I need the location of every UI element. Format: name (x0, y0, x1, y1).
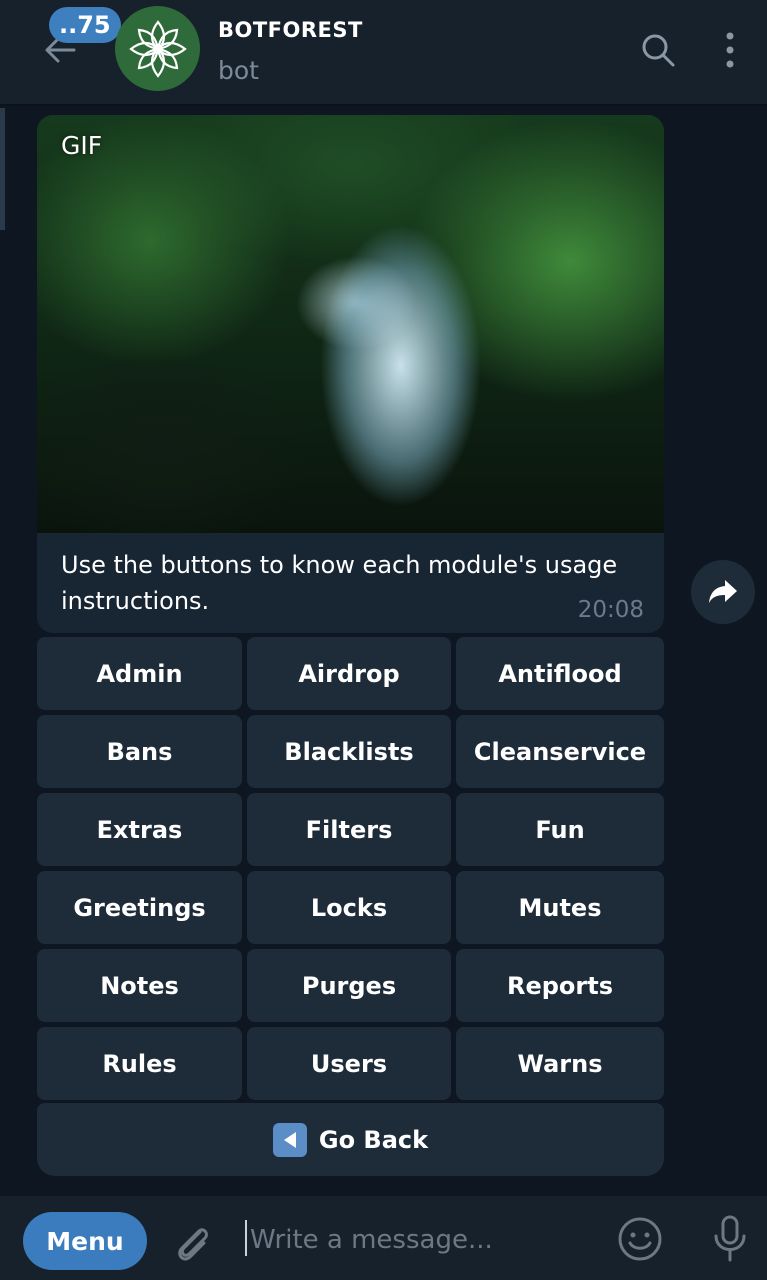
chat-subtitle: bot (218, 56, 259, 85)
gif-media[interactable]: GIF (37, 115, 664, 533)
keyboard-button-notes[interactable]: Notes (37, 949, 242, 1022)
text-cursor (245, 1220, 247, 1256)
keyboard-button-rules[interactable]: Rules (37, 1027, 242, 1100)
avatar[interactable] (115, 6, 200, 91)
keyboard-button-filters[interactable]: Filters (247, 793, 451, 866)
go-back-button[interactable]: Go Back (37, 1103, 664, 1176)
microphone-icon[interactable] (710, 1214, 750, 1264)
keyboard-button-airdrop[interactable]: Airdrop (247, 637, 451, 710)
keyboard-button-mutes[interactable]: Mutes (456, 871, 664, 944)
chat-title[interactable]: BOTFOREST (218, 18, 363, 42)
keyboard-button-reports[interactable]: Reports (456, 949, 664, 1022)
go-back-label: Go Back (318, 1125, 429, 1154)
keyboard-button-bans[interactable]: Bans (37, 715, 242, 788)
left-triangle-icon (272, 1122, 307, 1157)
chat-header: ..75 BOTFOREST bot (0, 0, 767, 104)
header-divider (0, 104, 767, 106)
keyboard-button-blacklists[interactable]: Blacklists (247, 715, 451, 788)
menu-button[interactable]: Menu (23, 1212, 147, 1270)
smiley-icon[interactable] (617, 1216, 663, 1262)
share-button[interactable] (691, 560, 755, 624)
keyboard-button-warns[interactable]: Warns (456, 1027, 664, 1100)
keyboard-button-locks[interactable]: Locks (247, 871, 451, 944)
message-input[interactable] (248, 1218, 592, 1262)
search-icon[interactable] (640, 32, 676, 68)
flower-logo-icon (128, 19, 187, 78)
keyboard-button-admin[interactable]: Admin (37, 637, 242, 710)
keyboard-button-users[interactable]: Users (247, 1027, 451, 1100)
message-bubble: GIF Use the buttons to know each module'… (37, 115, 664, 633)
keyboard-button-extras[interactable]: Extras (37, 793, 242, 866)
keyboard-button-fun[interactable]: Fun (456, 793, 664, 866)
paperclip-icon[interactable] (170, 1220, 216, 1266)
keyboard-button-purges[interactable]: Purges (247, 949, 451, 1022)
scroll-indicator (0, 108, 5, 230)
unread-badge[interactable]: ..75 (49, 7, 121, 43)
kebab-menu-icon[interactable] (722, 30, 738, 70)
message-composer: Menu (0, 1196, 767, 1280)
message-time: 20:08 (577, 597, 644, 623)
message-caption: Use the buttons to know each module's us… (61, 551, 618, 615)
keyboard-button-cleanservice[interactable]: Cleanservice (456, 715, 664, 788)
keyboard-button-antiflood[interactable]: Antiflood (456, 637, 664, 710)
keyboard-button-greetings[interactable]: Greetings (37, 871, 242, 944)
gif-label: GIF (61, 131, 103, 160)
share-arrow-icon (709, 580, 737, 603)
